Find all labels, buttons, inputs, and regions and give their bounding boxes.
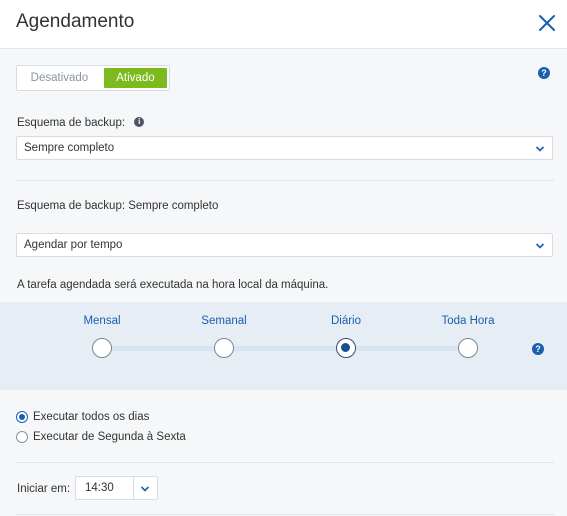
info-icon[interactable]: i bbox=[134, 116, 145, 127]
start-time-field[interactable] bbox=[75, 476, 158, 500]
divider bbox=[16, 514, 554, 515]
radio-button[interactable] bbox=[16, 411, 28, 423]
chevron-down-icon[interactable] bbox=[140, 484, 150, 494]
backup-scheme-select[interactable]: Sempre completo bbox=[16, 136, 553, 160]
toggle-on-option[interactable]: Ativado bbox=[103, 68, 167, 88]
backup-scheme-label-text: Esquema de backup: bbox=[17, 117, 126, 129]
frequency-label-weekly[interactable]: Semanal bbox=[179, 315, 269, 327]
close-icon[interactable] bbox=[537, 13, 557, 33]
backup-scheme-value: Sempre completo bbox=[24, 142, 115, 154]
radio-weekdays-label: Executar de Segunda à Sexta bbox=[33, 431, 186, 443]
help-icon[interactable]: ? bbox=[532, 343, 544, 355]
dialog-body: Desativado Ativado ? Esquema de backup: … bbox=[0, 49, 567, 516]
local-time-note: A tarefa agendada será executada na hora… bbox=[17, 279, 329, 291]
frequency-knob-hourly[interactable] bbox=[458, 338, 478, 358]
frequency-label-daily[interactable]: Diário bbox=[301, 315, 391, 327]
start-time-input[interactable] bbox=[76, 477, 132, 499]
frequency-knob-monthly[interactable] bbox=[92, 338, 112, 358]
start-time-label: Iniciar em: bbox=[17, 483, 71, 495]
frequency-knob-daily[interactable] bbox=[336, 338, 356, 358]
backup-scheme-summary: Esquema de backup: Sempre completo bbox=[17, 200, 219, 212]
schedule-type-value: Agendar por tempo bbox=[24, 239, 123, 251]
slider-track bbox=[102, 346, 468, 351]
toggle-off-option[interactable]: Desativado bbox=[19, 68, 100, 88]
radio-button[interactable] bbox=[16, 431, 28, 443]
chevron-down-icon bbox=[535, 243, 545, 249]
radio-weekdays[interactable]: Executar de Segunda à Sexta bbox=[16, 431, 186, 443]
enable-toggle[interactable]: Desativado Ativado bbox=[16, 65, 170, 91]
frequency-label-monthly[interactable]: Mensal bbox=[57, 315, 147, 327]
frequency-label-hourly[interactable]: Toda Hora bbox=[423, 315, 513, 327]
dialog-title: Agendamento bbox=[16, 11, 135, 32]
radio-every-day-label: Executar todos os dias bbox=[33, 411, 150, 423]
frequency-slider: Mensal Semanal Diário Toda Hora ? bbox=[0, 302, 567, 390]
backup-scheme-label: Esquema de backup: i bbox=[17, 116, 145, 129]
radio-every-day[interactable]: Executar todos os dias bbox=[16, 411, 149, 423]
help-icon[interactable]: ? bbox=[538, 67, 550, 79]
divider bbox=[16, 180, 554, 181]
dialog-header: Agendamento bbox=[0, 0, 567, 49]
divider bbox=[16, 462, 554, 463]
schedule-type-select[interactable]: Agendar por tempo bbox=[16, 233, 553, 257]
chevron-down-icon bbox=[535, 146, 545, 152]
time-separator bbox=[133, 477, 134, 499]
frequency-knob-weekly[interactable] bbox=[214, 338, 234, 358]
